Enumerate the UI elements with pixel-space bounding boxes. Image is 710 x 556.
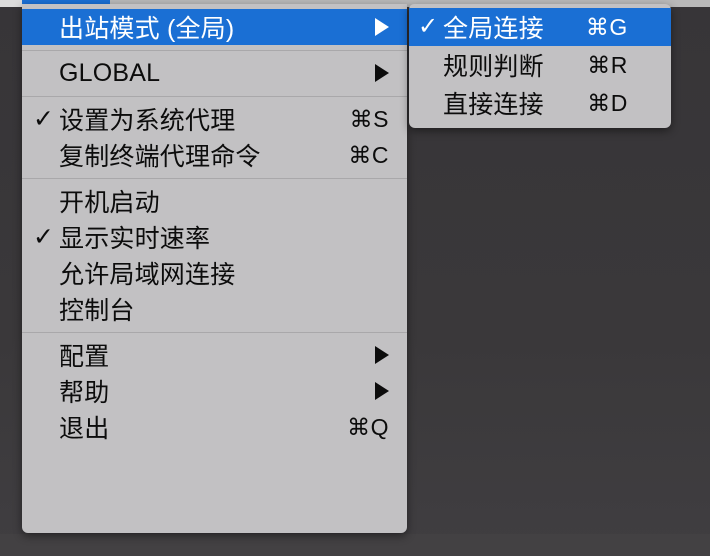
menu-item-shortcut: ⌘G bbox=[585, 13, 628, 40]
menu-item-配置[interactable]: ✓配置 bbox=[22, 337, 407, 373]
menu-item-label: 配置 bbox=[59, 343, 110, 371]
menu-item-开机启动[interactable]: ✓开机启动 bbox=[22, 183, 407, 219]
submenu-arrow-icon bbox=[374, 346, 390, 364]
menu-item-label: GLOBAL bbox=[59, 58, 161, 87]
menu-separator bbox=[22, 178, 407, 179]
menu-separator bbox=[22, 332, 407, 333]
menu-item-直接连接[interactable]: ✓直接连接⌘D bbox=[409, 84, 671, 122]
checkmark-icon: ✓ bbox=[33, 222, 54, 251]
menu-separator bbox=[22, 96, 407, 97]
submenu-arrow-icon bbox=[374, 64, 390, 82]
menu-item-控制台[interactable]: ✓控制台 bbox=[22, 291, 407, 327]
menu-item-label: 开机启动 bbox=[59, 189, 160, 217]
main-menu-items: ✓出站模式 (全局)✓GLOBAL✓设置为系统代理⌘S✓复制终端代理命令⌘C✓开… bbox=[22, 4, 407, 451]
menu-item-label: 直接连接 bbox=[443, 91, 544, 119]
menu-item-label: 退出 bbox=[59, 415, 110, 443]
menu-item-label: 全局连接 bbox=[443, 15, 544, 43]
screen: ✓出站模式 (全局)✓GLOBAL✓设置为系统代理⌘S✓复制终端代理命令⌘C✓开… bbox=[0, 0, 710, 556]
menu-item-shortcut: ⌘S bbox=[349, 105, 389, 132]
menu-item-label: 允许局域网连接 bbox=[59, 261, 236, 289]
menu-item-global[interactable]: ✓GLOBAL bbox=[22, 55, 407, 91]
menu-item-shortcut: ⌘D bbox=[587, 89, 628, 116]
menu-item-label: 帮助 bbox=[59, 379, 110, 407]
menu-item-label: 设置为系统代理 bbox=[59, 107, 236, 135]
menu-item-规则判断[interactable]: ✓规则判断⌘R bbox=[409, 46, 671, 84]
menu-item-label: 控制台 bbox=[59, 297, 135, 325]
submenu-arrow-icon bbox=[374, 18, 390, 36]
menu-item-出站模式-全局[interactable]: ✓出站模式 (全局) bbox=[22, 9, 407, 45]
menu-item-复制终端代理命令[interactable]: ✓复制终端代理命令⌘C bbox=[22, 137, 407, 173]
menu-item-全局连接[interactable]: ✓ 全局连接 ⌘G bbox=[409, 8, 671, 46]
main-context-menu: ✓出站模式 (全局)✓GLOBAL✓设置为系统代理⌘S✓复制终端代理命令⌘C✓开… bbox=[22, 4, 407, 533]
submenu-arrow-icon bbox=[374, 382, 390, 400]
menu-item-label: 显示实时速率 bbox=[59, 225, 211, 253]
menu-item-label: 出站模式 (全局) bbox=[59, 15, 235, 43]
menu-item-帮助[interactable]: ✓帮助 bbox=[22, 373, 407, 409]
menu-item-设置为系统代理[interactable]: ✓ 设置为系统代理 ⌘S bbox=[22, 101, 407, 137]
menu-item-label: 复制终端代理命令 bbox=[59, 143, 261, 171]
menu-item-shortcut: ⌘Q bbox=[347, 413, 389, 440]
menu-item-显示实时速率[interactable]: ✓ 显示实时速率 bbox=[22, 219, 407, 255]
submenu-items: ✓全局连接⌘G✓规则判断⌘R✓直接连接⌘D bbox=[409, 4, 671, 127]
outbound-mode-submenu: ✓全局连接⌘G✓规则判断⌘R✓直接连接⌘D bbox=[409, 4, 671, 128]
checkmark-icon: ✓ bbox=[33, 104, 54, 133]
menu-item-退出[interactable]: ✓退出⌘Q bbox=[22, 409, 407, 445]
menu-separator bbox=[22, 50, 407, 51]
menu-item-label: 规则判断 bbox=[443, 53, 544, 81]
menu-item-shortcut: ⌘R bbox=[587, 51, 628, 78]
menu-item-shortcut: ⌘C bbox=[348, 141, 390, 168]
menubar-left-strip bbox=[0, 0, 22, 7]
menu-item-允许局域网连接[interactable]: ✓允许局域网连接 bbox=[22, 255, 407, 291]
checkmark-icon: ✓ bbox=[418, 13, 439, 40]
desktop-bottom-shade bbox=[0, 534, 710, 556]
